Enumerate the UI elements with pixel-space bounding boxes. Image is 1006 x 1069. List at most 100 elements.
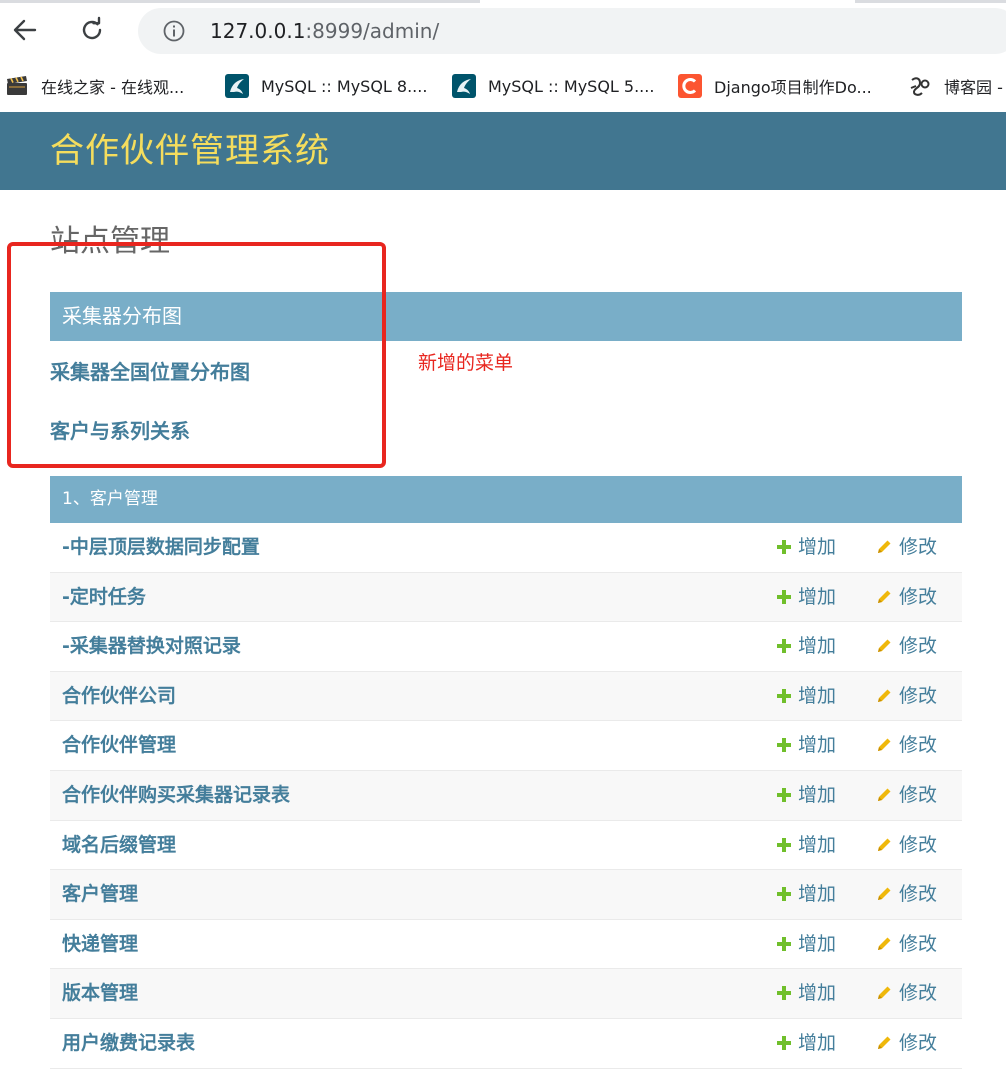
mysql-dolphin-icon — [225, 74, 249, 98]
csdn-c-icon — [678, 74, 702, 98]
plus-icon — [777, 837, 791, 852]
clapperboard-icon — [7, 76, 27, 95]
add-link[interactable]: 增加 — [776, 632, 836, 660]
url-host: 127.0.0.1 — [210, 19, 306, 43]
bookmark-item[interactable]: MySQL :: MySQL 8.... — [225, 72, 427, 100]
reload-icon — [82, 16, 102, 40]
model-link[interactable]: 版本管理 — [62, 979, 138, 1007]
add-link[interactable]: 增加 — [776, 682, 836, 710]
plus-icon — [777, 738, 791, 753]
change-link[interactable]: 修改 — [875, 533, 937, 561]
change-label: 修改 — [899, 585, 938, 608]
model-link[interactable]: 合作伙伴公司 — [62, 682, 176, 710]
change-link[interactable]: 修改 — [875, 731, 937, 759]
bookmark-item[interactable]: 在线之家 - 在线观... — [5, 72, 184, 100]
change-link[interactable]: 修改 — [875, 831, 937, 859]
pencil-icon — [878, 639, 891, 653]
change-label: 修改 — [899, 684, 938, 707]
pencil-icon — [878, 689, 891, 702]
add-label: 增加 — [798, 585, 837, 608]
pencil-icon — [878, 887, 891, 901]
add-label: 增加 — [798, 1031, 837, 1054]
add-link[interactable]: 增加 — [776, 979, 836, 1007]
add-link[interactable]: 增加 — [776, 1029, 836, 1057]
add-link[interactable]: 增加 — [776, 781, 836, 809]
bookmark-label: 博客园 - — [944, 78, 1003, 97]
add-link[interactable]: 增加 — [776, 731, 836, 759]
table-row: 域名后缀管理 增加 修改 — [50, 821, 962, 871]
change-link[interactable]: 修改 — [875, 682, 937, 710]
address-bar[interactable]: 127.0.0.1:8999/admin/ — [138, 8, 1006, 54]
table-row: 客户管理 增加 修改 — [50, 870, 962, 920]
model-link[interactable]: -定时任务 — [62, 583, 146, 611]
module-caption-customer[interactable]: 1、客户管理 — [50, 476, 962, 523]
model-link[interactable]: -中层顶层数据同步配置 — [62, 533, 260, 561]
bookmark-label: Django项目制作Do... — [714, 78, 872, 97]
url-path: :8999/admin/ — [305, 19, 440, 43]
change-label: 修改 — [899, 536, 938, 558]
add-link[interactable]: 增加 — [776, 583, 836, 611]
site-title[interactable]: 合作伙伴管理系统 — [50, 130, 330, 172]
add-label: 增加 — [798, 734, 837, 757]
model-link[interactable]: 客户管理 — [62, 880, 138, 908]
plus-icon — [777, 936, 791, 951]
pencil-icon — [878, 937, 891, 950]
pencil-icon — [878, 1036, 891, 1049]
bookmark-label: 在线之家 - 在线观... — [41, 78, 185, 97]
info-icon[interactable] — [163, 20, 185, 42]
change-label: 修改 — [899, 1031, 938, 1054]
bookmark-item[interactable]: MySQL :: MySQL 5.... — [452, 72, 654, 100]
add-link[interactable]: 增加 — [776, 533, 836, 561]
change-link[interactable]: 修改 — [875, 583, 937, 611]
change-link[interactable]: 修改 — [875, 632, 937, 660]
add-link[interactable]: 增加 — [776, 930, 836, 958]
model-link[interactable]: 用户缴费记录表 — [62, 1029, 195, 1057]
change-label: 修改 — [899, 833, 938, 856]
add-label: 增加 — [798, 635, 837, 658]
add-label: 增加 — [798, 536, 837, 558]
change-label: 修改 — [899, 883, 938, 906]
pencil-icon — [878, 838, 891, 851]
model-link[interactable]: 快递管理 — [62, 930, 138, 958]
add-link[interactable]: 增加 — [776, 831, 836, 859]
pencil-icon — [878, 590, 891, 603]
model-link[interactable]: 合作伙伴管理 — [62, 731, 176, 759]
add-label: 增加 — [798, 684, 837, 707]
change-label: 修改 — [899, 734, 938, 757]
plus-icon — [777, 540, 791, 554]
change-link[interactable]: 修改 — [875, 781, 937, 809]
pencil-icon — [878, 738, 891, 752]
plus-icon — [777, 887, 791, 902]
change-link[interactable]: 修改 — [875, 930, 937, 958]
change-link[interactable]: 修改 — [875, 979, 937, 1007]
table-row: 合作伙伴管理 增加 修改 — [50, 721, 962, 771]
change-label: 修改 — [899, 635, 938, 658]
tab-strip — [855, 0, 1006, 3]
arrow-left-icon — [13, 19, 37, 41]
change-link[interactable]: 修改 — [875, 1029, 937, 1057]
tab-strip — [0, 0, 480, 3]
change-label: 修改 — [899, 982, 938, 1005]
table-row: 用户缴费记录表 增加 修改 — [50, 1019, 962, 1069]
bookmark-item[interactable]: Django项目制作Do... — [678, 72, 872, 100]
table-row: 快递管理 增加 修改 — [50, 920, 962, 970]
back-button[interactable] — [7, 12, 43, 48]
table-row: -采集器替换对照记录 增加 修改 — [50, 622, 962, 672]
add-label: 增加 — [798, 982, 837, 1005]
bookmark-label: MySQL :: MySQL 8.... — [261, 76, 428, 96]
plus-icon — [777, 986, 791, 1001]
add-link[interactable]: 增加 — [776, 880, 836, 908]
cnblogs-icon — [910, 77, 930, 96]
bookmarks-bar: 在线之家 - 在线观... MySQL :: MySQL 8.... MySQL… — [0, 62, 1006, 110]
add-label: 增加 — [798, 883, 837, 906]
reload-button[interactable] — [74, 12, 110, 48]
change-label: 修改 — [899, 783, 938, 806]
model-link[interactable]: 域名后缀管理 — [62, 831, 176, 859]
change-link[interactable]: 修改 — [875, 880, 937, 908]
model-link[interactable]: 合作伙伴购买采集器记录表 — [62, 781, 290, 809]
plus-icon — [777, 589, 791, 604]
model-link[interactable]: -采集器替换对照记录 — [62, 632, 241, 660]
mysql-dolphin-icon — [452, 74, 476, 98]
plus-icon — [777, 1035, 791, 1050]
bookmark-item[interactable]: 博客园 - — [908, 72, 1003, 100]
